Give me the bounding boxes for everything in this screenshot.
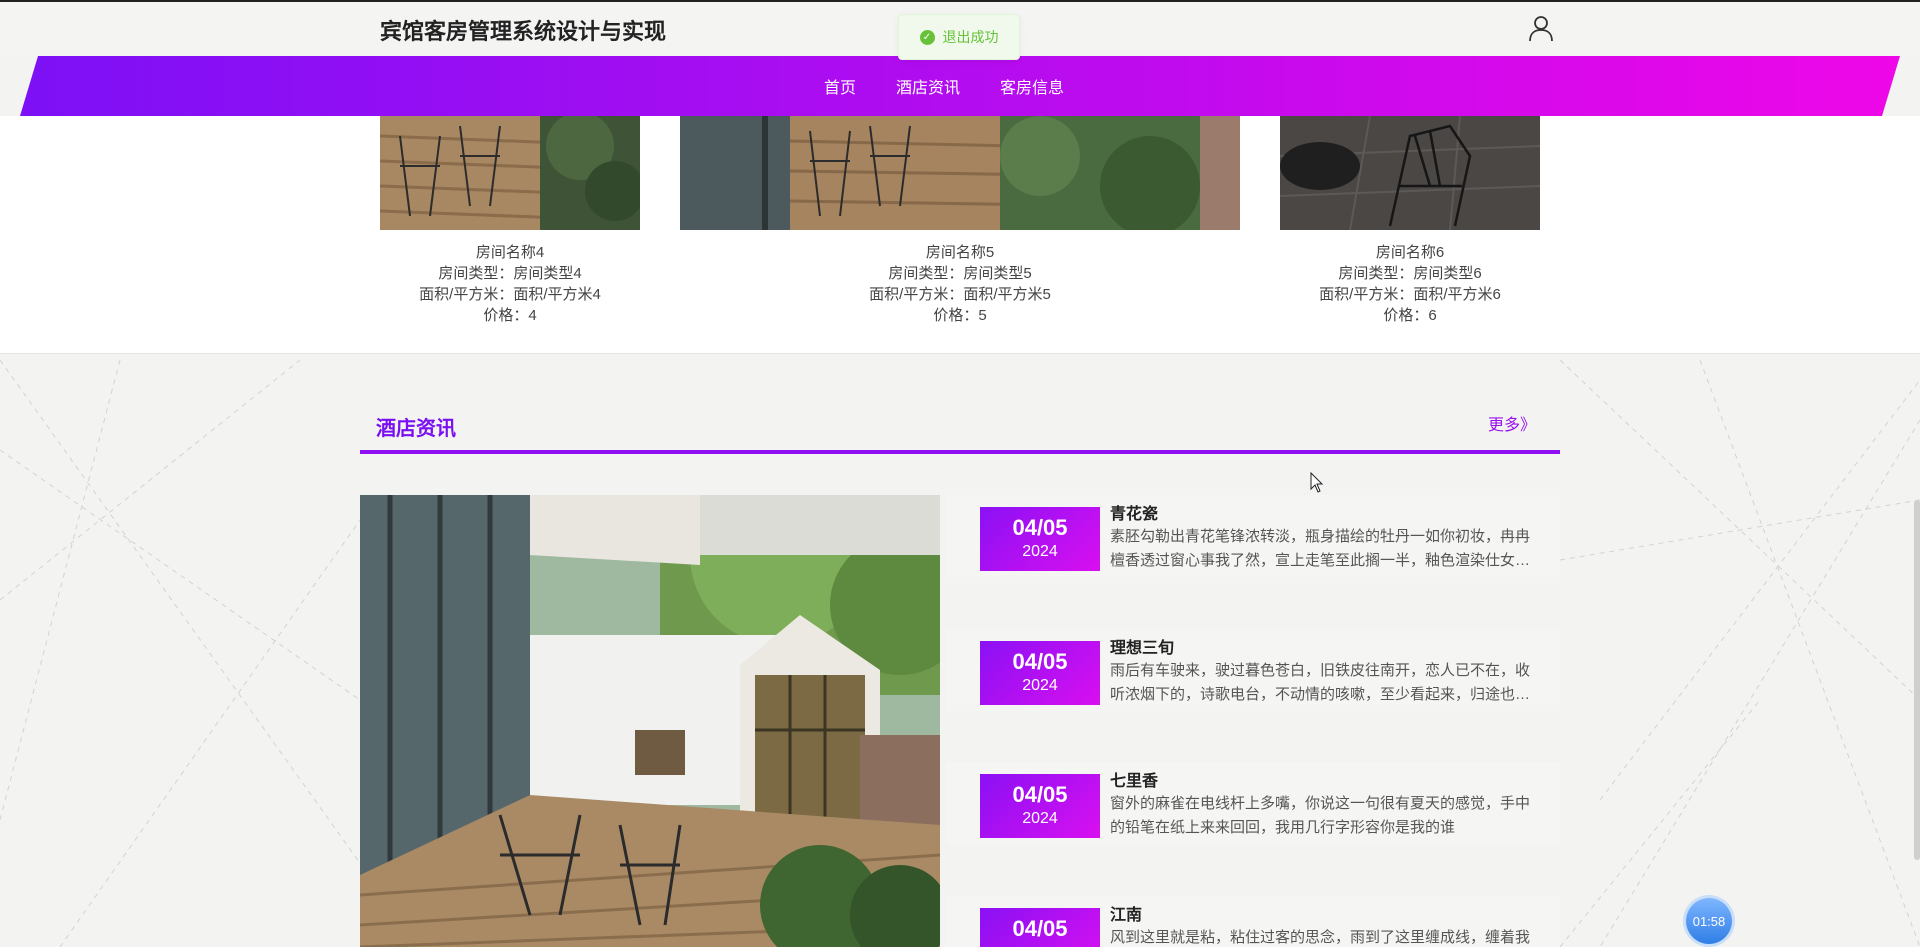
news-item-excerpt: 雨后有车驶来，驶过暮色苍白，旧铁皮往南开，恋人已不在，收听浓烟下的，诗歌电台，不… [1110,662,1531,703]
room-card[interactable]: 房间名称6 房间类型：房间类型6 面积/平方米：面积/平方米6 价格：6 [1280,116,1540,326]
countdown-timer[interactable]: 01:58 [1686,898,1732,944]
room-price: 价格：6 [1383,307,1437,324]
news-item-excerpt: 风到这里就是粘，粘住过客的思念，雨到了这里缠成线，缠着我们留恋人世间 [1110,929,1531,946]
news-date-badge: 04/05 2024 [980,774,1100,838]
news-item[interactable]: 04/05 2024 理想三旬 雨后有车驶来，驶过暮色苍白，旧铁皮往南开，恋人已… [946,629,1560,711]
news-section-header: 酒店资讯 更多》 [360,408,1560,454]
news-item[interactable]: 04/05 江南 风到这里就是粘，粘住过客的思念，雨到了这里缠成线，缠着我们留恋… [946,896,1560,947]
news-section-title: 酒店资讯 [376,418,456,440]
room-list: 房间名称4 房间类型：房间类型4 面积/平方米：面积/平方米4 价格：4 房间名… [0,116,1920,354]
room-image [380,116,640,230]
room-price: 价格：5 [933,307,987,324]
check-circle-icon: ✓ [919,29,935,45]
page-scrollbar[interactable] [1914,500,1920,860]
room-card[interactable]: 房间名称5 房间类型：房间类型5 面积/平方米：面积/平方米5 价格：5 [680,116,1240,326]
news-item[interactable]: 04/05 2024 七里香 窗外的麻雀在电线杆上多嘴，你说这一句很有夏天的感觉… [946,762,1560,844]
toast-text: 退出成功 [942,29,999,45]
site-title: 宾馆客房管理系统设计与实现 [380,19,667,44]
room-name: 房间名称6 [1375,244,1445,261]
room-area: 面积/平方米：面积/平方米6 [1319,286,1501,303]
room-price: 价格：4 [483,307,537,324]
news-date-badge: 04/05 [980,908,1100,947]
news-more-link[interactable]: 更多》 [1488,411,1536,435]
room-type: 房间类型：房间类型4 [438,265,582,282]
news-featured-image[interactable] [360,495,940,947]
news-item-title: 青花瓷 [1110,506,1159,523]
user-icon[interactable] [1528,14,1554,42]
news-item-excerpt: 窗外的麻雀在电线杆上多嘴，你说这一句很有夏天的感觉，手中的铅笔在纸上来来回回，我… [1110,795,1531,836]
mouse-cursor-icon [1310,472,1324,493]
room-name: 房间名称5 [925,244,995,261]
room-area: 面积/平方米：面积/平方米5 [869,286,1051,303]
news-date-badge: 04/05 2024 [980,641,1100,705]
logout-success-toast: ✓ 退出成功 [898,14,1020,60]
news-item-excerpt: 素胚勾勒出青花笔锋浓转淡，瓶身描绘的牡丹一如你初妆，冉冉檀香透过窗心事我了然，宣… [1110,528,1531,569]
nav-hotel-news[interactable]: 酒店资讯 [892,74,964,98]
nav-room-info[interactable]: 客房信息 [996,74,1068,98]
news-item-title: 江南 [1110,907,1143,924]
news-item-title: 理想三旬 [1110,640,1175,657]
news-item-title: 七里香 [1110,773,1159,790]
news-item[interactable]: 04/05 2024 青花瓷 素胚勾勒出青花笔锋浓转淡，瓶身描绘的牡丹一如你初妆… [946,495,1560,577]
room-card[interactable]: 房间名称4 房间类型：房间类型4 面积/平方米：面积/平方米4 价格：4 [380,116,640,326]
main-nav: 首页 酒店资讯 客房信息 [20,56,1900,116]
news-date-badge: 04/05 2024 [980,507,1100,571]
room-area: 面积/平方米：面积/平方米4 [419,286,601,303]
nav-home[interactable]: 首页 [820,74,860,98]
room-type: 房间类型：房间类型5 [888,265,1032,282]
room-type: 房间类型：房间类型6 [1338,265,1482,282]
room-name: 房间名称4 [475,244,545,261]
room-image [1280,116,1540,230]
room-image [680,116,1240,230]
